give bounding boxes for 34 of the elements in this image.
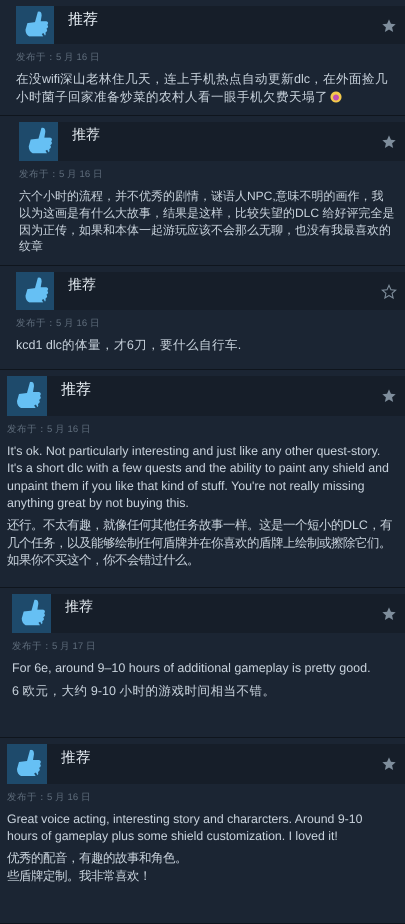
thumbs-up-icon xyxy=(12,594,51,633)
post-date: 发布于：5 月 16 日 xyxy=(16,317,101,330)
star-icon[interactable] xyxy=(381,134,397,150)
thumbs-up-icon xyxy=(16,6,54,44)
thumbs-up-icon xyxy=(7,744,47,784)
review-text: It's ok. Not particularly interesting and just like any other quest-story. It's a short dlc with a few quests and the ability to paint any shield and unpaint them if you like that kind of stuff. You're not really missing anything great by not buying this. xyxy=(7,443,390,512)
review-text: Great voice acting, interesting story and chararcters. Around 9-10 hours of gameplay plus some shield customization. I loved it! xyxy=(7,811,364,846)
review-text: For 6e, around 9–10 hours of additional gameplay is pretty good. xyxy=(12,660,372,677)
star-icon[interactable] xyxy=(381,284,397,300)
post-date: 发布于：5 月 16 日 xyxy=(19,168,104,181)
thumbs-up-icon xyxy=(7,376,47,416)
review-text: kcd1 dlc的体量，才6刀，要什么自行车. xyxy=(16,337,242,354)
review-text-line: 优秀的配音，有趣的故事和角色。 xyxy=(7,850,188,868)
star-icon[interactable] xyxy=(381,606,397,622)
verdict-label: 推荐 xyxy=(68,276,97,294)
star-icon[interactable] xyxy=(381,756,397,772)
review-text: 六个小时的流程，并不优秀的剧情，谜语人NPC,意味不明的画作，我以为这画是有什么大故事，结果是这样，比较失望的DLC 给好评完全是因为正传，如果和本体一起游玩应该不会那么无聊，也没有我最喜欢的纹章 xyxy=(19,188,395,256)
thumbs-up-icon xyxy=(16,272,54,310)
thumbs-up-icon xyxy=(19,122,58,161)
verdict-label: 推荐 xyxy=(68,10,99,29)
verdict-label: 推荐 xyxy=(61,749,92,767)
post-date: 发布于：5 月 16 日 xyxy=(7,791,92,804)
review-text-line: 些盾牌定制。我非常喜欢！ xyxy=(7,868,152,885)
verdict-label: 推荐 xyxy=(72,126,101,144)
star-icon[interactable] xyxy=(381,388,397,404)
post-date: 发布于：5 月 16 日 xyxy=(16,51,101,64)
post-date: 发布于：5 月 17 日 xyxy=(12,640,97,653)
verdict-label: 推荐 xyxy=(61,380,92,399)
review-text: 在没wifi深山老林住几天，连上手机热点自动更新dlc，在外面捡几小时菌子回家准备炒菜的农村人看一眼手机欠费天塌了 xyxy=(16,71,390,106)
review-text: 还行。不太有趣，就像任何其他任务故事一样。这是一个短小的DLC，有几个任务，以及能够绘制任何盾牌并在你喜欢的盾牌上绘制或擦除它们。如果你不买这个，你不会错过什么。 xyxy=(7,517,393,570)
post-date: 发布于：5 月 16 日 xyxy=(7,423,92,436)
verdict-label: 推荐 xyxy=(65,598,94,616)
star-icon[interactable] xyxy=(381,18,397,34)
review-text: 6 欧元，大约 9-10 小时的游戏时间相当不错。 xyxy=(12,682,276,700)
